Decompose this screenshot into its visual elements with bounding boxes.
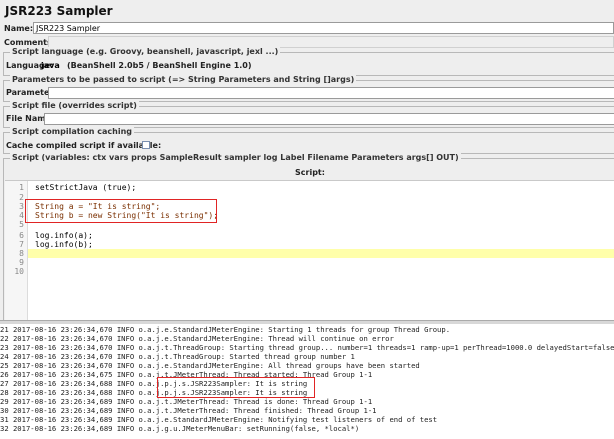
name-label: Name: bbox=[4, 24, 34, 33]
log-line: 24 2017-08-16 23:26:34,670 INFO o.a.j.t.… bbox=[0, 352, 355, 361]
log-line: 23 2017-08-16 23:26:34,670 INFO o.a.j.t.… bbox=[0, 343, 614, 352]
log-panel: 21 2017-08-16 23:26:34,670 INFO o.a.j.e.… bbox=[0, 324, 614, 439]
script-language-legend: Script language (e.g. Groovy, beanshell,… bbox=[10, 47, 281, 56]
script-language-group: Script language (e.g. Groovy, beanshell,… bbox=[3, 47, 614, 76]
script-file-legend: Script file (overrides script) bbox=[10, 101, 139, 110]
log-line: 22 2017-08-16 23:26:34,670 INFO o.a.j.e.… bbox=[0, 334, 394, 343]
log-line: 25 2017-08-16 23:26:34,670 INFO o.a.j.e.… bbox=[0, 361, 420, 370]
script-editor[interactable]: 1 2 3 4 5 6 7 8 9 10 setStrictJava (true… bbox=[5, 180, 614, 321]
log-line: 32 2017-08-16 23:26:34,689 INFO o.a.j.g.… bbox=[0, 424, 360, 433]
line-number: 3 bbox=[19, 202, 24, 211]
current-line-highlight bbox=[28, 249, 614, 258]
cache-label: Cache compiled script if available: bbox=[6, 141, 162, 150]
log-line: 31 2017-08-16 23:26:34,689 INFO o.a.j.e.… bbox=[0, 415, 438, 424]
parameters-group: Parameters to be passed to script (=> St… bbox=[3, 75, 614, 102]
caching-group: Script compilation caching Cache compile… bbox=[3, 127, 614, 154]
parameters-legend: Parameters to be passed to script (=> St… bbox=[10, 75, 357, 84]
cache-checkbox[interactable] bbox=[142, 141, 150, 149]
log-line: 21 2017-08-16 23:26:34,670 INFO o.a.j.e.… bbox=[0, 325, 451, 334]
log-line: 29 2017-08-16 23:26:34,689 INFO o.a.j.t.… bbox=[0, 397, 373, 406]
name-row: Name: JSR223 Sampler bbox=[3, 22, 614, 35]
file-name-input[interactable] bbox=[44, 113, 614, 125]
name-input[interactable]: JSR223 Sampler bbox=[33, 22, 614, 34]
line-number: 6 bbox=[19, 231, 24, 240]
line-number: 4 bbox=[19, 211, 24, 220]
language-engine-info: (BeanShell 2.0b5 / BeanShell Engine 1.0) bbox=[67, 61, 252, 70]
code-line-6: log.info(a); bbox=[35, 231, 93, 240]
log-line: 30 2017-08-16 23:26:34,689 INFO o.a.j.t.… bbox=[0, 406, 377, 415]
code-line-7: log.info(b); bbox=[35, 240, 93, 249]
line-number: 10 bbox=[14, 267, 24, 276]
sampler-title: JSR223 Sampler bbox=[5, 4, 113, 18]
caching-legend: Script compilation caching bbox=[10, 127, 134, 136]
line-number: 7 bbox=[19, 240, 24, 249]
line-number: 9 bbox=[19, 258, 24, 267]
code-annotation-box bbox=[25, 199, 217, 223]
language-select[interactable]: java bbox=[41, 61, 60, 70]
line-number: 1 bbox=[19, 183, 24, 192]
code-line-1: setStrictJava (true); bbox=[35, 183, 137, 192]
line-number: 2 bbox=[19, 193, 24, 202]
line-number: 5 bbox=[19, 220, 24, 229]
script-file-group: Script file (overrides script) File Name… bbox=[3, 101, 614, 128]
script-legend: Script (variables: ctx vars props Sample… bbox=[10, 153, 461, 162]
line-number: 8 bbox=[19, 249, 24, 258]
parameters-input[interactable] bbox=[48, 87, 614, 99]
log-annotation-box bbox=[157, 377, 315, 398]
script-header: Script: bbox=[295, 168, 325, 177]
